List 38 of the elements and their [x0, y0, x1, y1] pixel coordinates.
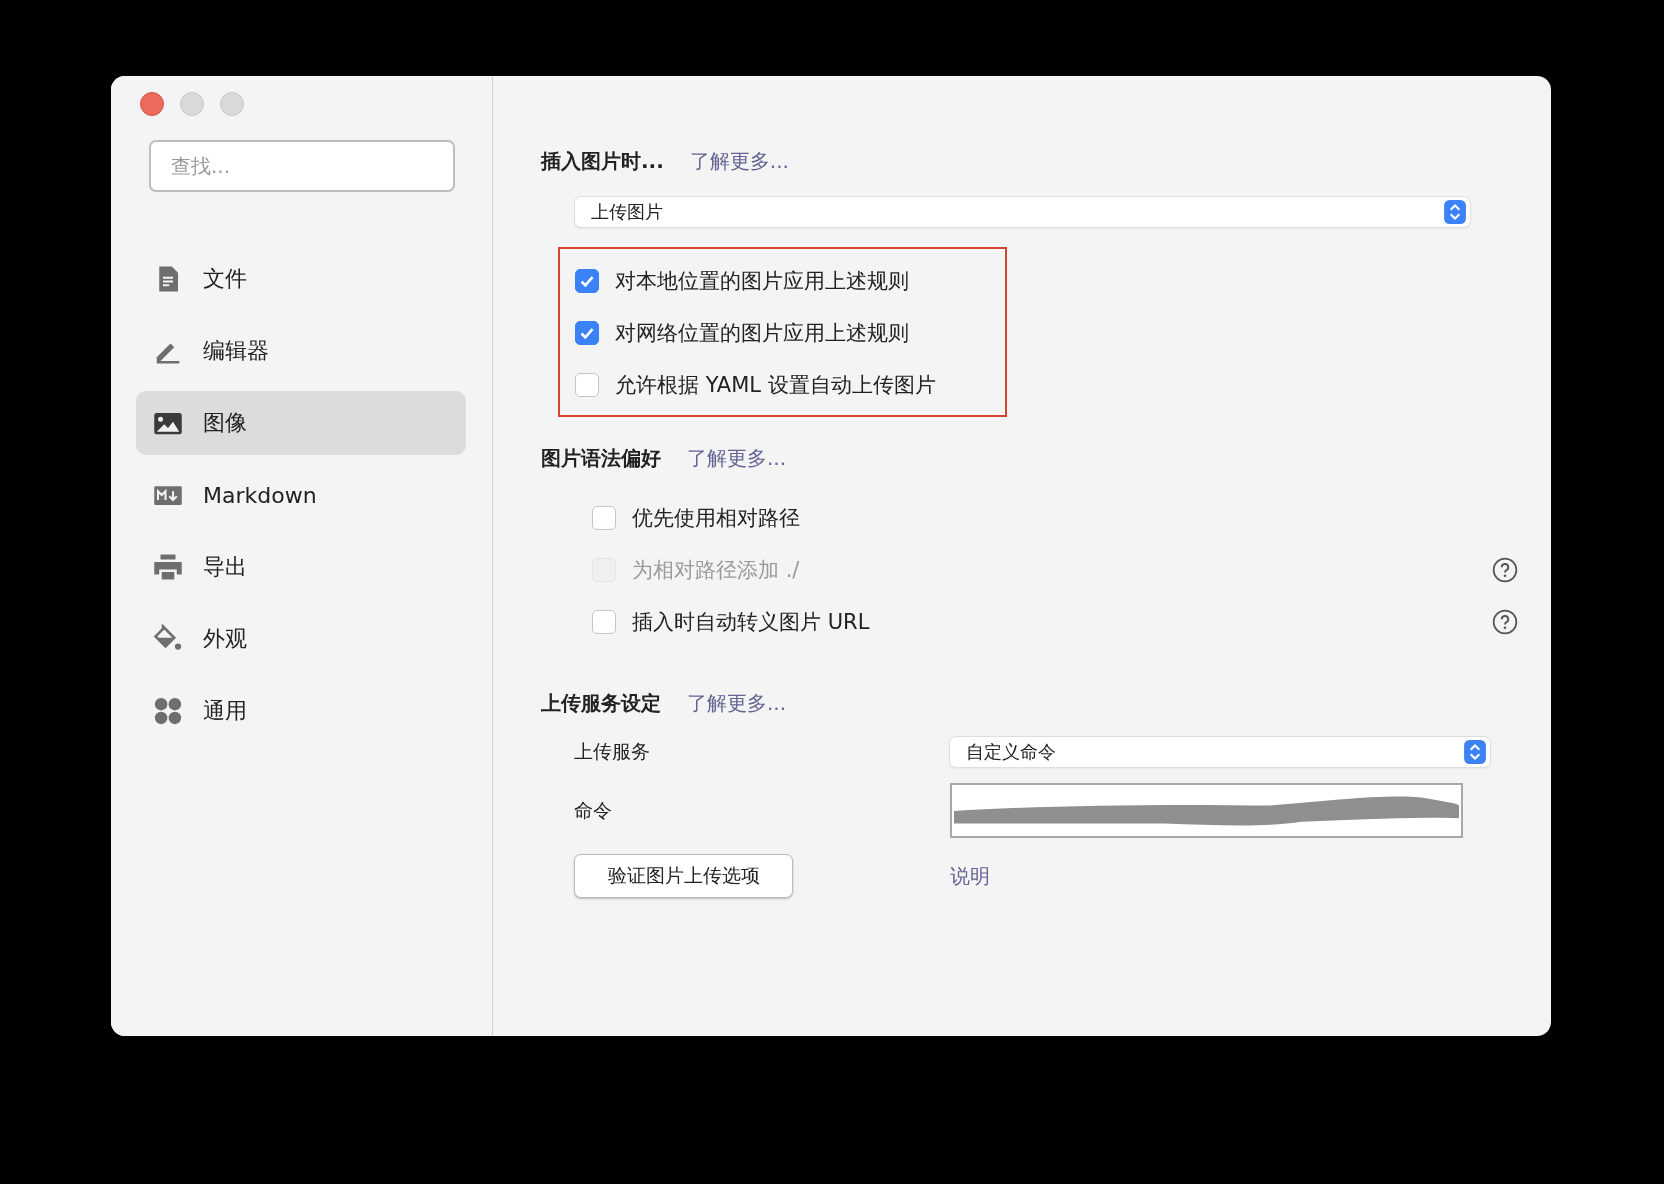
checkbox[interactable]	[575, 373, 599, 397]
verify-upload-button[interactable]: 验证图片上传选项	[574, 854, 793, 898]
printer-icon	[153, 552, 183, 582]
checkbox-label: 对网络位置的图片应用上述规则	[615, 320, 909, 347]
dropdown-arrows-icon	[1444, 200, 1466, 224]
sidebar-item[interactable]: 编辑器	[136, 319, 466, 383]
close-button[interactable]	[140, 92, 164, 116]
checkbox[interactable]	[592, 506, 616, 530]
four-dots-icon	[153, 696, 183, 726]
section-title: 图片语法偏好	[541, 445, 661, 472]
sidebar-item[interactable]: 外观	[136, 607, 466, 671]
help-link[interactable]: 说明	[950, 862, 1490, 890]
section-title: 上传服务设定	[541, 690, 661, 717]
upload-service-dropdown[interactable]: 自定义命令	[950, 737, 1490, 767]
insert-action-dropdown[interactable]: 上传图片	[575, 197, 1470, 227]
checkbox-label: 插入时自动转义图片 URL	[632, 609, 870, 636]
sidebar-item[interactable]: 文件	[136, 247, 466, 311]
checkbox-label: 允许根据 YAML 设置自动上传图片	[615, 372, 936, 399]
sidebar-item[interactable]: 导出	[136, 535, 466, 599]
sidebar-item[interactable]: Markdown	[136, 463, 466, 527]
sidebar-item[interactable]: 图像	[136, 391, 466, 455]
learn-more-link[interactable]: 了解更多...	[687, 445, 787, 472]
sidebar-item[interactable]: 通用	[136, 679, 466, 743]
search-field[interactable]: 查找...	[149, 140, 455, 192]
field-label: 命令	[574, 797, 613, 823]
command-field[interactable]	[950, 783, 1463, 838]
checkbox-label: 为相对路径添加 ./	[632, 557, 800, 584]
help-icon[interactable]	[1492, 609, 1518, 635]
checkbox[interactable]	[575, 321, 599, 345]
learn-more-link[interactable]: 了解更多...	[687, 690, 787, 717]
checkbox-label: 对本地位置的图片应用上述规则	[615, 268, 909, 295]
checkbox[interactable]	[575, 269, 599, 293]
section-title: 插入图片时...	[541, 148, 664, 175]
learn-more-link[interactable]: 了解更多...	[689, 148, 789, 175]
dropdown-arrows-icon	[1464, 740, 1486, 764]
field-label: 上传服务	[574, 739, 651, 764]
checkbox[interactable]	[592, 610, 616, 634]
checkbox-label: 优先使用相对路径	[632, 505, 800, 532]
